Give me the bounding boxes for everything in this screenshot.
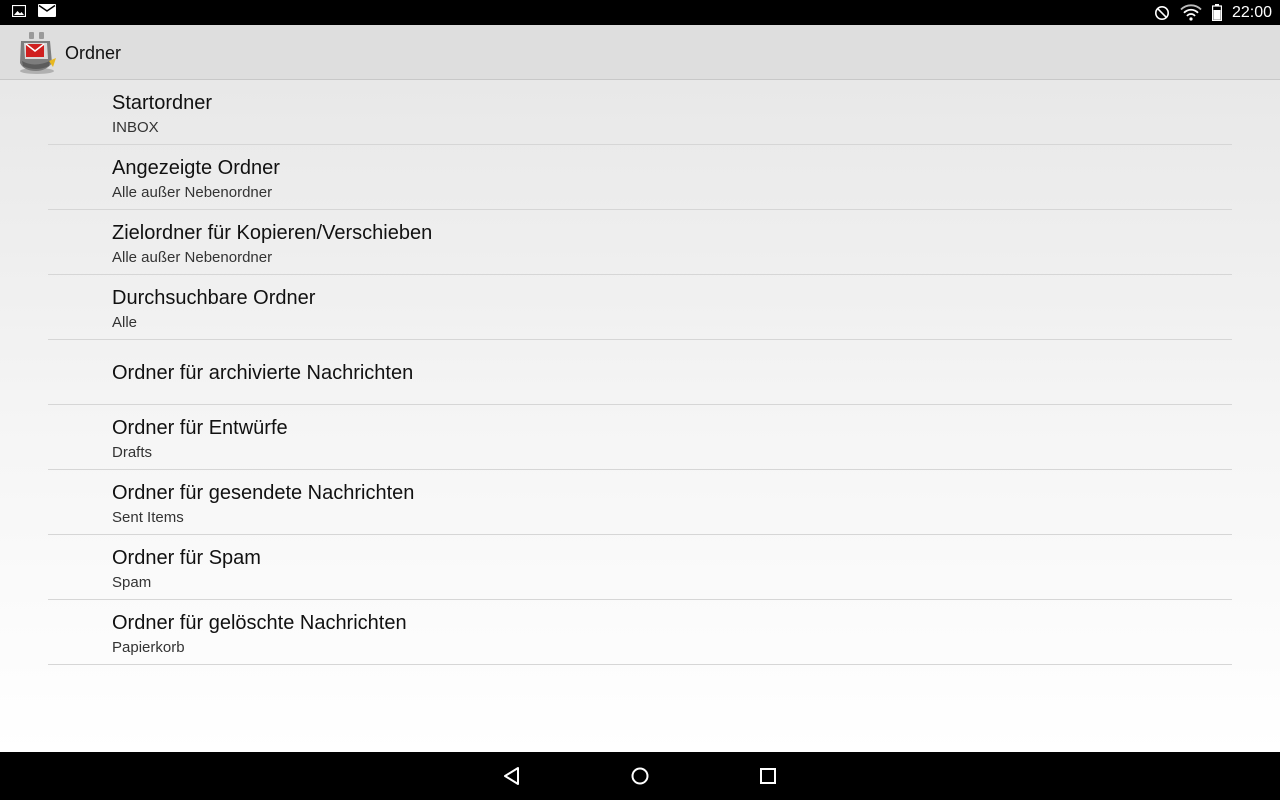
pref-title: Ordner für gesendete Nachrichten bbox=[112, 482, 415, 504]
k9-mail-app-icon[interactable] bbox=[16, 31, 58, 75]
action-bar: Ordner bbox=[0, 25, 1280, 80]
image-notification-icon bbox=[12, 4, 26, 17]
pref-title: Ordner für archivierte Nachrichten bbox=[112, 362, 414, 384]
pref-summary: Alle außer Nebenordner bbox=[112, 184, 273, 201]
pref-copy-move-target-folders[interactable]: Zielordner für Kopieren/Verschieben Alle… bbox=[48, 210, 1232, 275]
pref-spam-folder[interactable]: Ordner für Spam Spam bbox=[48, 535, 1232, 600]
pref-summary: Alle bbox=[112, 314, 138, 331]
pref-title: Angezeigte Ordner bbox=[112, 157, 280, 179]
recents-icon[interactable] bbox=[756, 764, 780, 788]
pref-drafts-folder[interactable]: Ordner für Entwürfe Drafts bbox=[48, 405, 1232, 470]
pref-archive-folder[interactable]: Ordner für archivierte Nachrichten bbox=[48, 340, 1232, 405]
pref-title: Startordner bbox=[112, 92, 213, 114]
status-bar: 22:00 bbox=[0, 0, 1280, 25]
navigation-bar bbox=[0, 752, 1280, 800]
pref-summary: Papierkorb bbox=[112, 639, 185, 656]
status-system: 22:00 bbox=[1154, 3, 1272, 22]
pref-summary: INBOX bbox=[112, 119, 159, 136]
pref-title: Durchsuchbare Ordner bbox=[112, 287, 316, 309]
battery-icon bbox=[1211, 4, 1222, 21]
pref-title: Ordner für Entwürfe bbox=[112, 417, 288, 439]
pref-displayed-folders[interactable]: Angezeigte Ordner Alle außer Nebenordner bbox=[48, 145, 1232, 210]
pref-summary: Alle außer Nebenordner bbox=[112, 249, 273, 266]
status-time: 22:00 bbox=[1231, 4, 1272, 21]
pref-summary: Drafts bbox=[112, 444, 153, 461]
page-title: Ordner bbox=[65, 43, 122, 63]
pref-sent-folder[interactable]: Ordner für gesendete Nachrichten Sent It… bbox=[48, 470, 1232, 535]
preference-list: Startordner INBOX Angezeigte Ordner Alle… bbox=[48, 80, 1232, 665]
pref-summary: Spam bbox=[112, 574, 152, 591]
preferences-content: Startordner INBOX Angezeigte Ordner Alle… bbox=[0, 80, 1280, 752]
home-icon[interactable] bbox=[628, 764, 652, 788]
status-notifications bbox=[12, 4, 56, 17]
pref-title: Ordner für Spam bbox=[112, 547, 261, 569]
pref-summary: Sent Items bbox=[112, 509, 184, 526]
wifi-icon bbox=[1180, 4, 1202, 21]
pref-trash-folder[interactable]: Ordner für gelöschte Nachrichten Papierk… bbox=[48, 600, 1232, 665]
pref-title: Ordner für gelöschte Nachrichten bbox=[112, 612, 407, 634]
email-notification-icon bbox=[38, 4, 56, 17]
back-icon[interactable] bbox=[500, 764, 524, 788]
pref-title: Zielordner für Kopieren/Verschieben bbox=[112, 222, 433, 244]
do-not-disturb-icon bbox=[1154, 5, 1169, 20]
pref-searchable-folders[interactable]: Durchsuchbare Ordner Alle bbox=[48, 275, 1232, 340]
pref-start-folder[interactable]: Startordner INBOX bbox=[48, 80, 1232, 145]
